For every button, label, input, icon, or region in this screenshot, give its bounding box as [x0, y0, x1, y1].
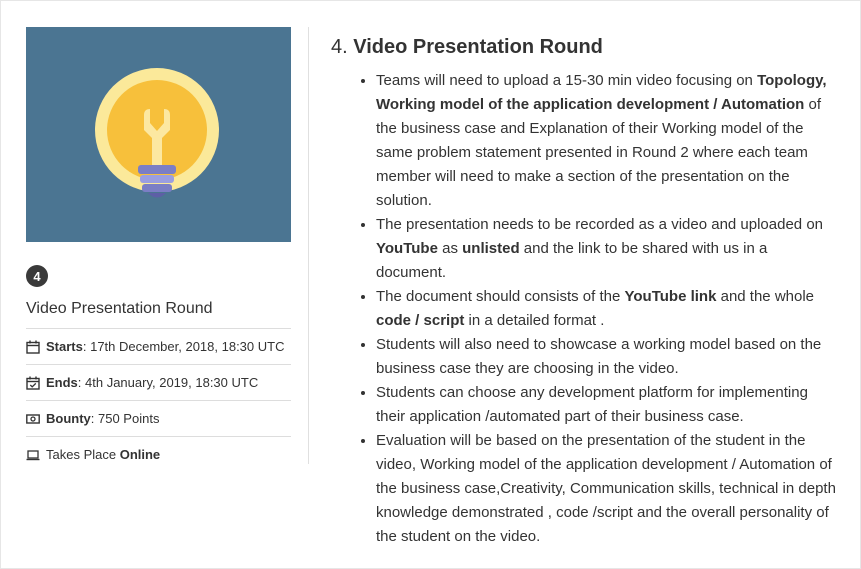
rule-text: as: [437, 240, 463, 257]
round-name: Video Presentation Round: [26, 300, 213, 317]
place-value: Online: [119, 447, 161, 462]
rule-text: Students will also need to showcase a wo…: [376, 336, 822, 377]
rule-text: Teams will need to upload a 15-30 min vi…: [376, 72, 758, 89]
bounty-value: : 750 Points: [90, 411, 160, 426]
column-divider: [308, 27, 309, 464]
rule-bold: YouTube link: [624, 288, 717, 305]
round-title-number: 4.: [331, 36, 348, 58]
round-title: 4. Video Presentation Round: [331, 36, 841, 59]
bounty-row: Bounty: 750 Points: [26, 400, 291, 436]
calendar-icon: [26, 340, 40, 354]
place-row: Takes Place Online: [26, 436, 291, 472]
list-item: The presentation needs to be recorded as…: [376, 213, 841, 285]
lightbulb-icon: [95, 68, 219, 198]
bounty-label: Bounty: [46, 411, 91, 426]
calendar-check-icon: [26, 376, 40, 390]
rule-bold: YouTube: [376, 240, 438, 257]
ends-label: Ends: [46, 375, 78, 390]
rule-text: The presentation needs to be recorded as…: [376, 216, 823, 233]
list-item: Students will also need to showcase a wo…: [376, 333, 841, 381]
money-icon: [26, 412, 40, 426]
rule-text: and the whole: [716, 288, 815, 305]
list-item: The document should consists of the YouT…: [376, 285, 841, 333]
round-rules-list: Teams will need to upload a 15-30 min vi…: [331, 69, 841, 549]
round-details: 4. Video Presentation Round Teams will n…: [331, 36, 841, 549]
rule-bold: code / script: [376, 312, 465, 329]
starts-value: : 17th December, 2018, 18:30 UTC: [82, 339, 285, 354]
rule-text: in a detailed format .: [464, 312, 605, 329]
round-banner: [26, 27, 291, 242]
place-prefix: Takes Place: [46, 447, 120, 462]
rule-bold: unlisted: [462, 240, 520, 257]
ends-row: Ends: 4th January, 2019, 18:30 UTC: [26, 364, 291, 400]
laptop-icon: [26, 448, 40, 462]
starts-row: Starts: 17th December, 2018, 18:30 UTC: [26, 328, 291, 364]
starts-label: Starts: [46, 339, 83, 354]
round-number-badge: 4: [26, 265, 48, 287]
list-item: Students can choose any development plat…: [376, 381, 841, 429]
round-sidebar: 4 Video Presentation Round Starts: 17th …: [26, 27, 291, 462]
rule-text: Evaluation will be based on the presenta…: [376, 432, 836, 545]
list-item: Evaluation will be based on the presenta…: [376, 429, 841, 549]
rule-text: The document should consists of the: [376, 288, 625, 305]
list-item: Teams will need to upload a 15-30 min vi…: [376, 69, 841, 213]
round-info-list: Starts: 17th December, 2018, 18:30 UTC E…: [26, 328, 291, 472]
round-title-text: Video Presentation Round: [347, 36, 603, 58]
ends-value: : 4th January, 2019, 18:30 UTC: [77, 375, 259, 390]
rule-text: Students can choose any development plat…: [376, 384, 808, 425]
